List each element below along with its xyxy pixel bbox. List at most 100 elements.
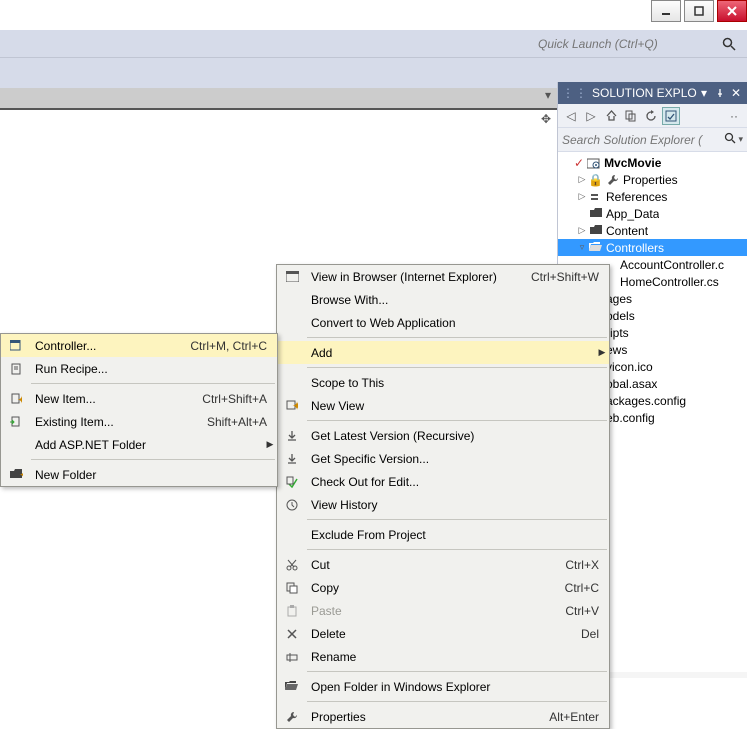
minimize-button[interactable]: [651, 0, 681, 22]
quick-launch-bar: [0, 30, 747, 58]
expand-arrow-icon[interactable]: ▷: [576, 174, 588, 185]
menu-item-label: Convert to Web Application: [305, 316, 609, 330]
expand-arrow-icon[interactable]: ▷: [576, 225, 588, 236]
panel-menu-button[interactable]: ▾: [697, 86, 711, 100]
expand-arrow-icon[interactable]: ▷: [576, 191, 588, 202]
menu-item[interactable]: Run Recipe...: [1, 357, 277, 380]
quick-launch-search-button[interactable]: [719, 34, 739, 54]
menu-item-label: New View: [305, 399, 609, 413]
sync-icon[interactable]: [662, 107, 680, 125]
menu-item-label: New Folder: [29, 468, 277, 482]
tree-item-label: HomeController.cs: [620, 275, 719, 289]
menu-item[interactable]: CutCtrl+X: [277, 553, 609, 576]
check-icon: ✓: [574, 156, 584, 170]
panel-close-button[interactable]: ✕: [729, 86, 743, 100]
back-icon[interactable]: ◁: [562, 107, 580, 125]
document-tab-well: [0, 88, 557, 110]
menu-separator: [307, 337, 607, 338]
split-handle-icon[interactable]: ✥: [541, 112, 551, 126]
menu-item[interactable]: Get Specific Version...: [277, 447, 609, 470]
menu-item-label: Add: [305, 346, 595, 360]
menu-separator: [307, 549, 607, 550]
menu-item[interactable]: View in Browser (Internet Explorer)Ctrl+…: [277, 265, 609, 288]
menu-item[interactable]: Existing Item...Shift+Alt+A: [1, 410, 277, 433]
menu-item-label: Delete: [305, 627, 581, 641]
menu-item[interactable]: CopyCtrl+C: [277, 576, 609, 599]
solution-explorer-header[interactable]: ⋮⋮ SOLUTION EXPLO... ▾ ✕: [558, 82, 747, 104]
toolbar-overflow-icon[interactable]: ··: [725, 107, 743, 125]
expand-arrow-icon[interactable]: ▿: [576, 242, 588, 253]
svg-text:✦: ✦: [17, 393, 22, 405]
tree-item-label: AccountController.c: [620, 258, 724, 272]
tree-item-label: Content: [606, 224, 648, 238]
folder-open-icon: [279, 681, 305, 692]
menu-item-shortcut: Ctrl+Shift+W: [531, 270, 609, 284]
menu-item[interactable]: PropertiesAlt+Enter: [277, 705, 609, 728]
menu-item[interactable]: Browse With...: [277, 288, 609, 311]
menu-item[interactable]: DeleteDel: [277, 622, 609, 645]
menu-item[interactable]: Convert to Web Application: [277, 311, 609, 334]
pin-icon[interactable]: [713, 86, 727, 100]
menu-item[interactable]: ✦ New View: [277, 394, 609, 417]
maximize-button[interactable]: [684, 0, 714, 22]
menu-item-shortcut: Ctrl+Shift+A: [202, 392, 277, 406]
menu-separator: [307, 519, 607, 520]
menu-item-label: New Item...: [29, 392, 202, 406]
wrench-icon: [279, 711, 305, 723]
menu-item-label: Properties: [305, 710, 549, 724]
tree-item[interactable]: ▷ References: [558, 188, 747, 205]
solution-explorer-search: ▾: [558, 128, 747, 152]
menu-item[interactable]: Get Latest Version (Recursive): [277, 424, 609, 447]
tree-item[interactable]: App_Data: [558, 205, 747, 222]
svg-text:✦: ✦: [292, 400, 298, 412]
solution-search-input[interactable]: [562, 133, 724, 147]
panel-title: SOLUTION EXPLO...: [592, 86, 697, 100]
menu-item[interactable]: Scope to This: [277, 371, 609, 394]
menu-item-shortcut: Ctrl+C: [565, 581, 609, 595]
collapse-icon[interactable]: [622, 107, 640, 125]
newfolder-icon: ✦: [3, 469, 29, 480]
tree-root[interactable]: ✓ MvcMovie: [558, 154, 747, 171]
history-icon: [279, 499, 305, 511]
folder-icon: [588, 225, 604, 236]
folder-open-icon: [588, 242, 604, 253]
copy-icon: [279, 582, 305, 594]
menu-item[interactable]: Check Out for Edit...: [277, 470, 609, 493]
tree-item-label: Controllers: [606, 241, 664, 255]
tree-item[interactable]: ▷ Content: [558, 222, 747, 239]
lock-icon: 🔒: [588, 173, 603, 187]
quick-launch-input[interactable]: [534, 34, 719, 54]
home-icon[interactable]: [602, 107, 620, 125]
menu-item[interactable]: Add ASP.NET Folder▶: [1, 433, 277, 456]
forward-icon[interactable]: ▷: [582, 107, 600, 125]
menu-item-label: Add ASP.NET Folder: [29, 438, 263, 452]
tree-item[interactable]: ▷🔒Properties: [558, 171, 747, 188]
menu-item[interactable]: Add▶: [277, 341, 609, 364]
menu-item-shortcut: Alt+Enter: [549, 710, 609, 724]
menu-item[interactable]: Exclude From Project: [277, 523, 609, 546]
tree-item-label: References: [606, 190, 667, 204]
close-button[interactable]: [717, 0, 747, 22]
menu-item[interactable]: Open Folder in Windows Explorer: [277, 675, 609, 698]
menu-item[interactable]: Controller...Ctrl+M, Ctrl+C: [1, 334, 277, 357]
submenu-arrow-icon: ▶: [595, 347, 609, 358]
tree-item[interactable]: ▿ Controllers: [558, 239, 747, 256]
menu-item-label: Copy: [305, 581, 565, 595]
search-dropdown-icon[interactable]: ▾: [738, 134, 743, 145]
menu-item-label: Open Folder in Windows Explorer: [305, 680, 609, 694]
menu-item-label: Browse With...: [305, 293, 609, 307]
search-icon[interactable]: [724, 132, 736, 147]
menu-item[interactable]: View History: [277, 493, 609, 516]
menu-item-label: Exclude From Project: [305, 528, 609, 542]
menu-separator: [31, 459, 275, 460]
menu-item[interactable]: ✦ New Folder: [1, 463, 277, 486]
rename-icon: [279, 651, 305, 663]
menu-item[interactable]: Rename: [277, 645, 609, 668]
tree-item-label: ackages.config: [606, 394, 686, 408]
tree-item-label: obal.asax: [606, 377, 657, 391]
refresh-icon[interactable]: [642, 107, 660, 125]
svg-text:✦: ✦: [19, 469, 23, 480]
menu-item-label: Scope to This: [305, 376, 609, 390]
dropdown-arrow-icon[interactable]: ▾: [545, 88, 551, 102]
menu-item[interactable]: ✦ New Item...Ctrl+Shift+A: [1, 387, 277, 410]
